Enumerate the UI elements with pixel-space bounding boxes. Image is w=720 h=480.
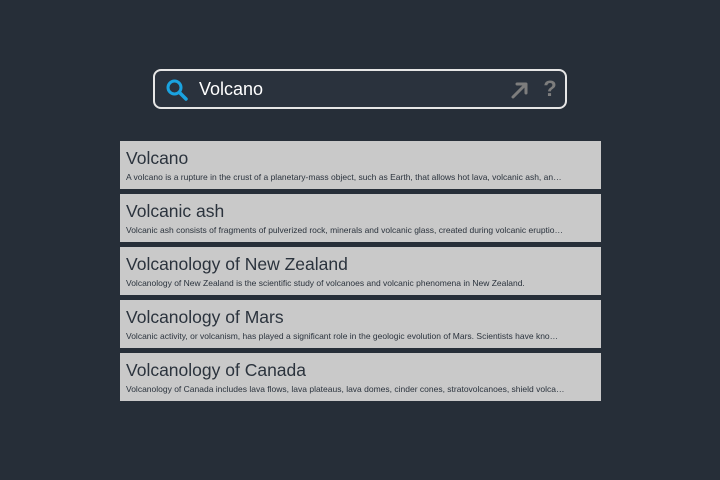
result-title: Volcanology of Mars <box>126 307 284 327</box>
search-icon <box>166 79 188 101</box>
search-input[interactable] <box>199 75 499 103</box>
result-snippet: A volcano is a rupture in the crust of a… <box>126 172 562 182</box>
result-title: Volcanology of New Zealand <box>126 254 348 274</box>
help-question-icon[interactable]: ? <box>541 76 559 102</box>
result-title: Volcanology of Canada <box>126 360 306 380</box>
result-snippet: Volcanic ash consists of fragments of pu… <box>126 225 564 235</box>
search-result-volcano[interactable]: Volcano A volcano is a rupture in the cr… <box>120 141 601 189</box>
search-app: ? Volcano A volcano is a rupture in the … <box>0 0 720 480</box>
search-result-volcanology-canada[interactable]: Volcanology of Canada Volcanology of Can… <box>120 353 601 401</box>
result-snippet: Volcanology of Canada includes lava flow… <box>126 384 565 394</box>
result-snippet: Volcanic activity, or volcanism, has pla… <box>126 331 559 341</box>
search-results-list: Volcano A volcano is a rupture in the cr… <box>120 141 601 406</box>
search-bar[interactable]: ? <box>153 69 567 109</box>
result-snippet: Volcanology of New Zealand is the scient… <box>126 278 525 288</box>
search-result-volcanology-mars[interactable]: Volcanology of Mars Volcanic activity, o… <box>120 300 601 348</box>
result-title: Volcanic ash <box>126 201 225 221</box>
search-result-volcanic-ash[interactable]: Volcanic ash Volcanic ash consists of fr… <box>120 194 601 242</box>
result-title: Volcano <box>126 148 189 168</box>
arrow-up-right-icon[interactable] <box>510 80 530 100</box>
search-result-volcanology-new-zealand[interactable]: Volcanology of New Zealand Volcanology o… <box>120 247 601 295</box>
